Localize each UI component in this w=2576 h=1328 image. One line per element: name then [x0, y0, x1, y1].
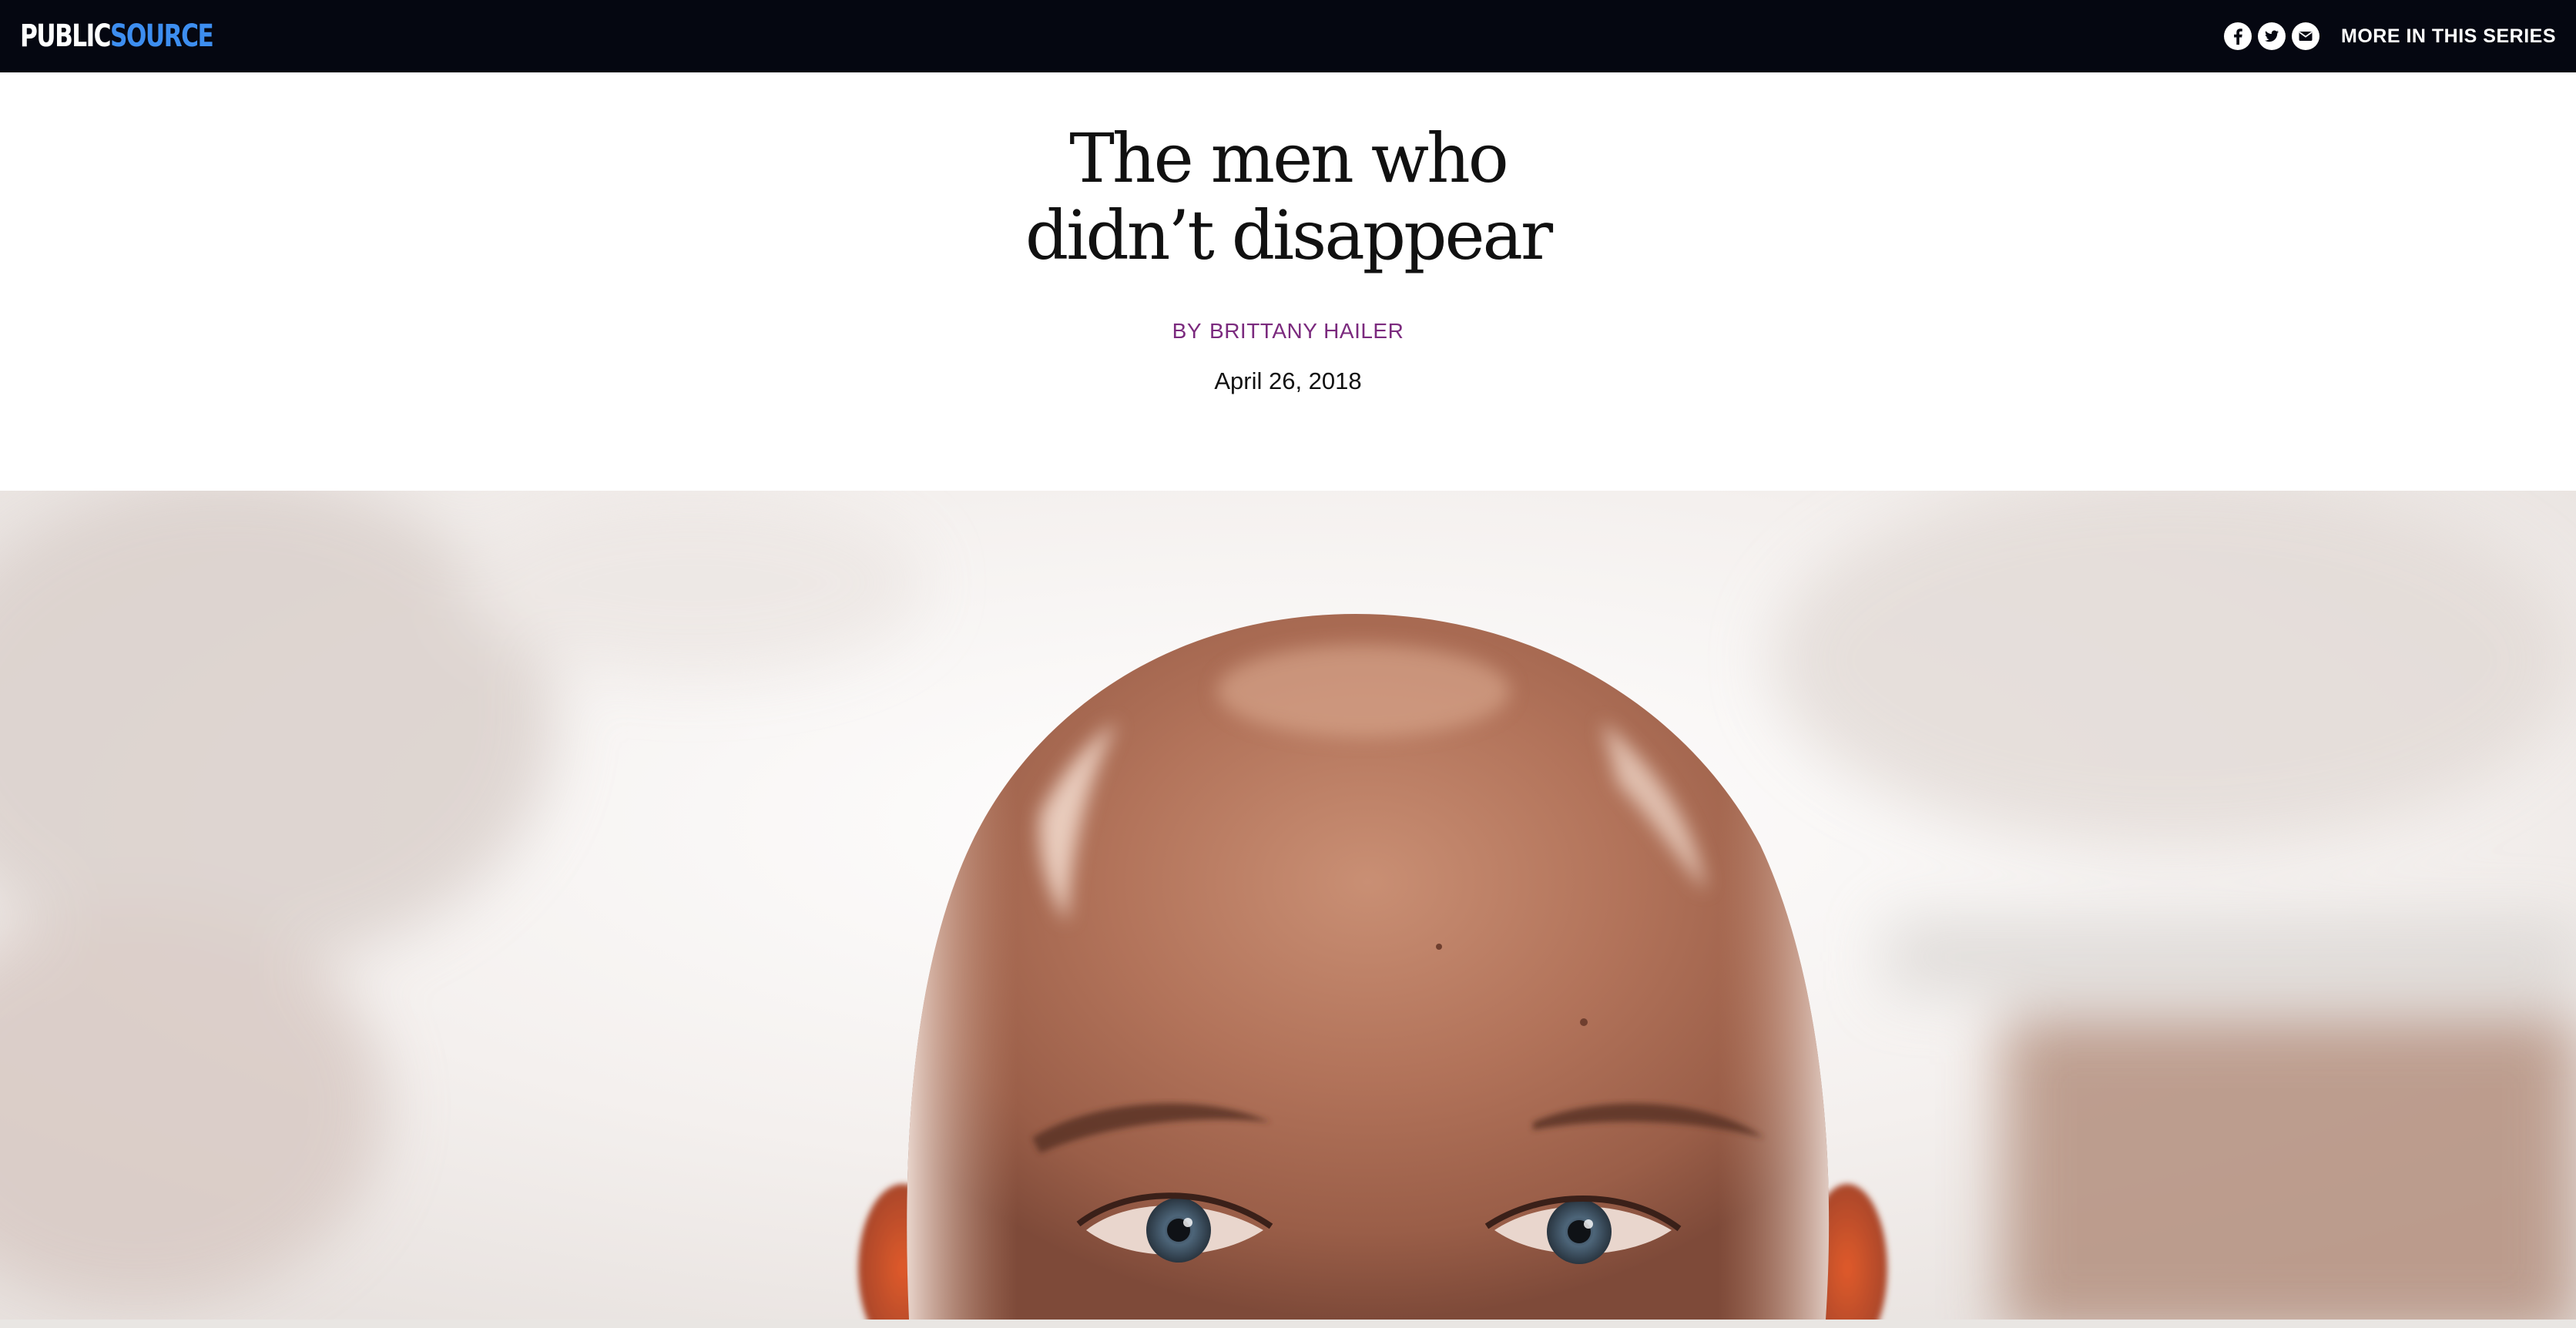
article-title-line-1: The men who: [1069, 119, 1509, 198]
byline-prefix: BY: [1172, 319, 1202, 343]
top-navigation-bar: PUBLIC SOURCE MORE IN THIS SERIES: [0, 0, 2576, 72]
byline: BY BRITTANY HAILER: [0, 319, 2576, 344]
twitter-icon[interactable]: [2258, 22, 2286, 50]
more-in-this-series-link[interactable]: MORE IN THIS SERIES: [2341, 25, 2556, 48]
topbar-actions: MORE IN THIS SERIES: [2224, 22, 2556, 50]
logo-word-source: SOURCE: [110, 18, 214, 54]
author-link[interactable]: BRITTANY HAILER: [1209, 319, 1404, 343]
publicsource-logo[interactable]: PUBLIC SOURCE: [20, 18, 214, 54]
article-title-line-2: didn’t disappear: [1025, 196, 1553, 275]
facebook-icon[interactable]: [2224, 22, 2252, 50]
hero-portrait-image: [0, 491, 2576, 1320]
article-header: The men who didn’t disappear BY BRITTANY …: [0, 72, 2576, 491]
logo-word-public: PUBLIC: [20, 18, 112, 54]
image-bottom-edge: [0, 1320, 2576, 1328]
article-title: The men who didn’t disappear: [0, 120, 2576, 274]
email-icon[interactable]: [2292, 22, 2320, 50]
publish-date: April 26, 2018: [1214, 367, 1362, 394]
hero-image: [0, 491, 2576, 1320]
